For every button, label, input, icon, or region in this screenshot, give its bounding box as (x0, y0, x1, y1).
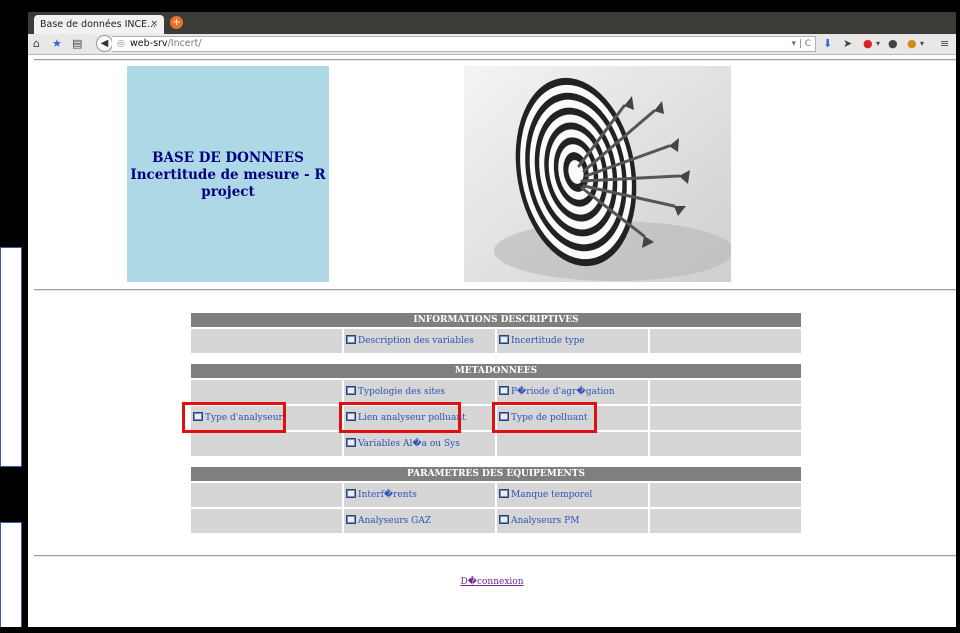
table-cell: Analyseurs GAZ (344, 509, 495, 533)
screen-frame-top (0, 0, 960, 12)
title-line: BASE DE DONNEES (152, 150, 304, 166)
variables-alea-sys-link[interactable]: Variables Al�a ou Sys (344, 432, 460, 456)
document-icon (499, 335, 509, 344)
side-panel-strip (0, 247, 22, 467)
table-cell (497, 432, 648, 456)
document-icon (346, 438, 356, 447)
table-cell (191, 380, 342, 404)
table-row: Typologie des sites P�riode d'agr�gation (191, 380, 801, 404)
table-cell: Interf�rents (344, 483, 495, 507)
side-panel-strip (0, 522, 22, 633)
highlight-box-lien-analyseur (339, 402, 461, 433)
globe-icon: ◎ (117, 39, 125, 49)
table-cell: Manque temporel (497, 483, 648, 507)
manque-temporel-link[interactable]: Manque temporel (497, 483, 592, 507)
typologie-sites-link[interactable]: Typologie des sites (344, 380, 445, 404)
chevron-down-icon[interactable]: ▾ (920, 37, 924, 51)
bookmark-star-icon[interactable]: ★ (52, 37, 62, 51)
highlight-box-type-analyseur (182, 402, 286, 433)
screen-frame-right (956, 0, 960, 633)
table-cell: Description des variables (344, 329, 495, 353)
section-header: PARAMETRES DES EQUIPEMENTS (191, 467, 801, 481)
incertitude-type-link[interactable]: Incertitude type (497, 329, 585, 353)
back-arrow-icon[interactable]: ◀ (96, 35, 113, 52)
reload-icon[interactable]: ▾ | C (791, 37, 811, 51)
table-cell: Variables Al�a ou Sys (344, 432, 495, 456)
table-row: Analyseurs GAZ Analyseurs PM (191, 509, 801, 533)
title-line: Incertitude de mesure - R (130, 167, 326, 183)
dartboard-image (464, 66, 731, 282)
table-cell (650, 329, 801, 353)
document-icon (346, 386, 356, 395)
document-icon (346, 335, 356, 344)
top-divider (34, 59, 956, 61)
section-header: METADONNEES (191, 364, 801, 378)
table-cell: Analyseurs PM (497, 509, 648, 533)
table-cell: P�riode d'agr�gation (497, 380, 648, 404)
navigation-bar: ⌂ ★ ▤ ◀ ◎ web-srv/Incert/ ▾ | C ⬇ ➤ ● ▾ … (28, 34, 956, 55)
table-cell (650, 509, 801, 533)
table-cell (191, 329, 342, 353)
document-icon (499, 489, 509, 498)
screen-frame-left (0, 0, 28, 633)
send-icon[interactable]: ➤ (843, 37, 852, 51)
table-cell: Typologie des sites (344, 380, 495, 404)
chat-icon[interactable]: ● (888, 37, 898, 51)
logout-link[interactable]: D�connexion (28, 577, 956, 587)
document-icon (499, 386, 509, 395)
table-cell (650, 432, 801, 456)
table-cell (650, 406, 801, 430)
middle-divider (34, 289, 956, 291)
home-icon[interactable]: ⌂ (33, 37, 40, 51)
document-icon (346, 489, 356, 498)
url-bar[interactable]: ◎ web-srv/Incert/ ▾ | C (112, 36, 816, 52)
screen-frame-bottom (0, 627, 960, 633)
tab-title: Base de données INCE... (40, 19, 157, 30)
document-icon (499, 515, 509, 524)
analyseurs-gaz-link[interactable]: Analyseurs GAZ (344, 509, 431, 533)
table-cell (191, 432, 342, 456)
title-banner: BASE DE DONNEES Incertitude de mesure - … (127, 66, 329, 282)
new-tab-button[interactable]: + (170, 16, 183, 29)
url-path: /Incert/ (167, 38, 202, 49)
bookmarks-list-icon[interactable]: ▤ (72, 37, 82, 51)
page-content: BASE DE DONNEES Incertitude de mesure - … (28, 55, 956, 627)
table-cell (191, 509, 342, 533)
periode-agregation-link[interactable]: P�riode d'agr�gation (497, 380, 615, 404)
chevron-down-icon[interactable]: ▾ (876, 37, 880, 51)
extension-icon[interactable]: ● (907, 37, 917, 51)
table-row: Interf�rents Manque temporel (191, 483, 801, 507)
interferents-link[interactable]: Interf�rents (344, 483, 417, 507)
bottom-divider (34, 555, 956, 557)
highlight-box-type-polluant (492, 402, 597, 433)
adblock-icon[interactable]: ● (863, 37, 873, 51)
download-icon[interactable]: ⬇ (823, 37, 832, 51)
table-cell (650, 483, 801, 507)
menu-icon[interactable]: ≡ (940, 37, 949, 51)
target-image (464, 66, 731, 282)
table-cell (191, 483, 342, 507)
browser-tab[interactable]: Base de données INCE... × (34, 15, 164, 34)
section-header: INFORMATIONS DESCRIPTIVES (191, 313, 801, 327)
browser-window: Base de données INCE... × + ⌂ ★ ▤ ◀ ◎ we… (28, 12, 956, 627)
tab-close-icon[interactable]: × (150, 15, 158, 34)
page-title: BASE DE DONNEES Incertitude de mesure - … (127, 150, 329, 201)
tab-bar: Base de données INCE... × + (28, 12, 956, 34)
table-cell (650, 380, 801, 404)
document-icon (346, 515, 356, 524)
url-host: web-srv (130, 38, 168, 49)
table-row: Description des variables Incertitude ty… (191, 329, 801, 353)
table-row: Variables Al�a ou Sys (191, 432, 801, 456)
description-variables-link[interactable]: Description des variables (344, 329, 474, 353)
title-line: project (201, 184, 255, 200)
table-cell: Incertitude type (497, 329, 648, 353)
analyseurs-pm-link[interactable]: Analyseurs PM (497, 509, 579, 533)
